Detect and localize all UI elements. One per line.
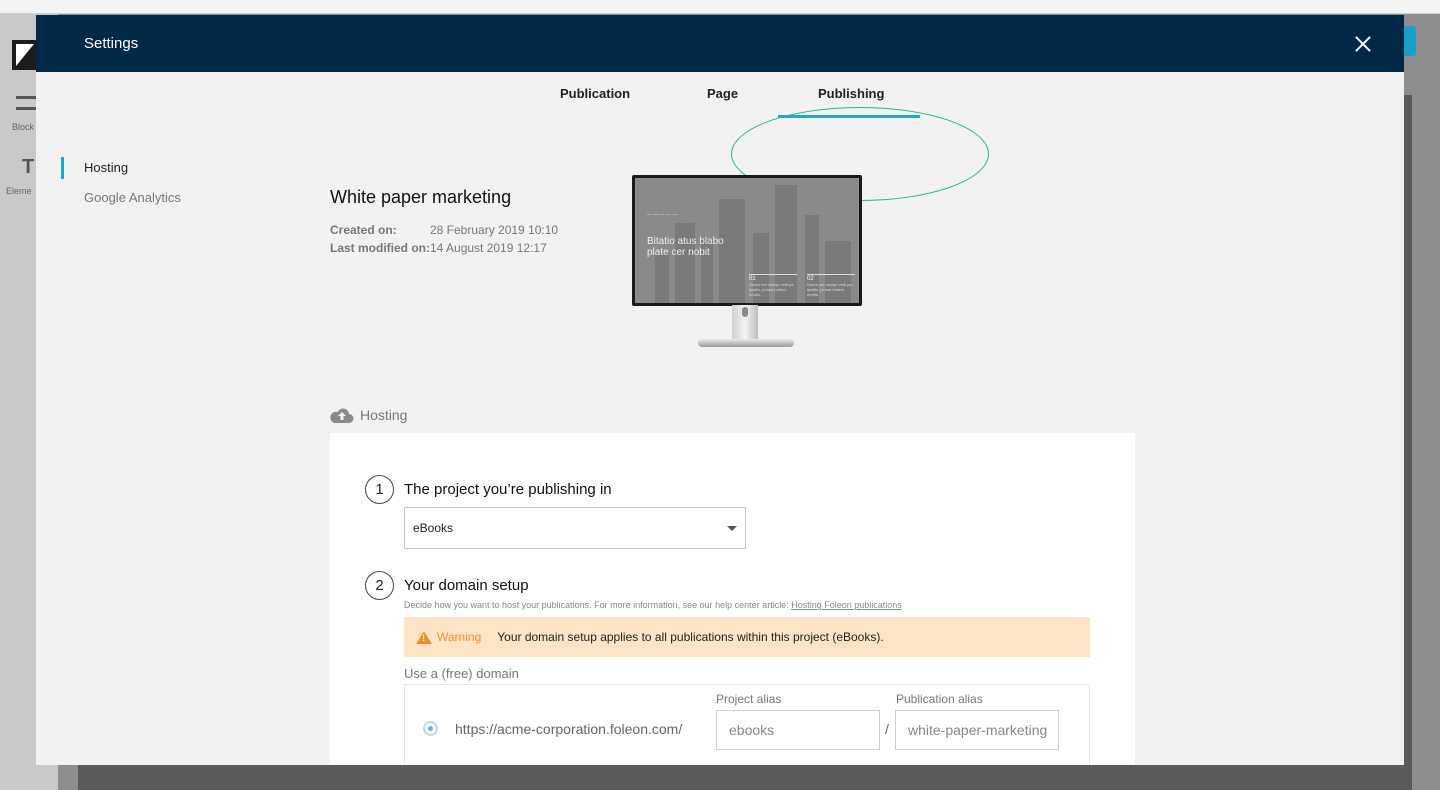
- tab-publishing[interactable]: Publishing: [818, 86, 884, 101]
- close-icon[interactable]: [1352, 33, 1374, 55]
- app-topbar: [0, 0, 1440, 14]
- tab-page[interactable]: Page: [707, 86, 738, 101]
- elements-label: Eleme: [6, 186, 32, 196]
- hosting-card: 1 The project you’re publishing in eBook…: [330, 433, 1135, 765]
- step-2: 2 Your domain setup: [365, 571, 529, 600]
- modified-label: Last modified on:: [330, 241, 430, 255]
- step-1-label: The project you’re publishing in: [404, 481, 612, 498]
- publication-alias-input[interactable]: white-paper-marketing: [895, 710, 1059, 750]
- side-nav-item-hosting[interactable]: Hosting: [61, 157, 181, 179]
- domain-option-box: https://acme-corporation.foleon.com/ Pro…: [404, 684, 1090, 765]
- settings-side-nav: Hosting Google Analytics: [61, 157, 181, 217]
- publication-title: White paper marketing: [330, 187, 512, 207]
- cloud-upload-icon: [330, 408, 354, 423]
- hosting-heading-label: Hosting: [360, 407, 408, 423]
- modified-value: 14 August 2019 12:17: [430, 241, 547, 255]
- warning-text: Your domain setup applies to all publica…: [497, 630, 884, 644]
- monitor-screen: — — — — — Bitatio atus blabo plate cer n…: [632, 175, 862, 306]
- side-nav-item-google-analytics[interactable]: Google Analytics: [61, 187, 181, 209]
- text-element-icon[interactable]: T: [22, 156, 34, 179]
- monitor-base: [698, 339, 794, 347]
- warning-banner: Warning Your domain setup applies to all…: [404, 617, 1090, 657]
- app-logo: [12, 40, 38, 70]
- created-value: 28 February 2019 10:10: [430, 223, 559, 237]
- preview-logo-text: — — — — —: [647, 212, 678, 218]
- step-2-label: Your domain setup: [404, 577, 529, 594]
- settings-modal: Settings Publication Page Publishing Hos…: [36, 15, 1404, 765]
- modal-header: Settings: [36, 15, 1404, 72]
- chevron-down-icon: [727, 525, 737, 531]
- project-alias-label: Project alias: [716, 692, 782, 706]
- publication-preview-monitor: — — — — — Bitatio atus blabo plate cer n…: [632, 175, 864, 351]
- preview-headline: Bitatio atus blabo plate cer nobit: [647, 236, 724, 258]
- blocks-icon[interactable]: [16, 96, 36, 110]
- step-1: 1 The project you’re publishing in: [365, 475, 612, 504]
- project-alias-input[interactable]: ebooks: [716, 710, 880, 750]
- alias-separator: /: [885, 721, 889, 737]
- free-domain-label: Use a (free) domain: [404, 666, 519, 681]
- settings-tabs: Publication Page Publishing: [36, 72, 1404, 201]
- publication-meta: Created on: 28 February 2019 10:10 Last …: [330, 221, 558, 257]
- domain-help-text: Decide how you want to host your publica…: [404, 600, 902, 610]
- free-domain-radio[interactable]: [423, 721, 438, 736]
- preview-thumbnail: — — — — — Bitatio atus blabo plate cer n…: [635, 178, 859, 303]
- help-center-link[interactable]: Hosting Foleon publications: [791, 600, 902, 610]
- step-2-number: 2: [365, 571, 394, 600]
- domain-url: https://acme-corporation.foleon.com/: [455, 721, 683, 737]
- tab-publication[interactable]: Publication: [560, 86, 630, 101]
- preview-col-1: 01 Nonre me veniqu vedi pa ipsidis, pi b…: [749, 274, 797, 297]
- modal-title: Settings: [84, 35, 139, 52]
- step-1-number: 1: [365, 475, 394, 504]
- project-select-value: eBooks: [413, 521, 454, 535]
- preview-col-2: 02 Nonre me veniqu vedi pa ipsidis, pi b…: [807, 274, 855, 297]
- publication-alias-label: Publication alias: [896, 692, 983, 706]
- warning-icon: [416, 630, 432, 644]
- created-label: Created on:: [330, 223, 397, 237]
- warning-label: Warning: [437, 630, 482, 644]
- hosting-section-heading: Hosting: [330, 407, 407, 423]
- project-select[interactable]: eBooks: [404, 507, 746, 549]
- blocks-label: Block: [12, 122, 35, 132]
